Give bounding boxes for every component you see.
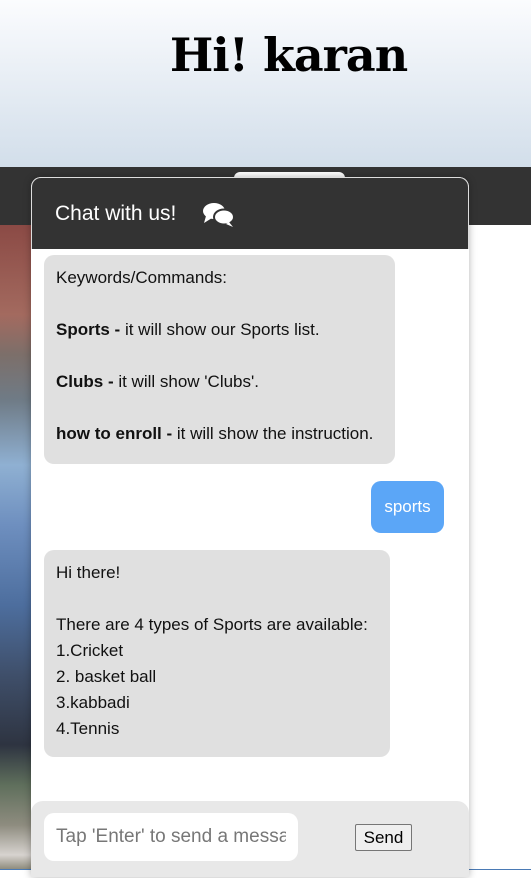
message-input[interactable] xyxy=(44,813,298,861)
send-button[interactable]: Send xyxy=(355,824,412,851)
command-keyword: Clubs - xyxy=(56,372,114,391)
chat-title: Chat with us! xyxy=(55,202,177,225)
hero-banner: Hi! karan xyxy=(0,0,531,167)
chat-bubbles-icon xyxy=(202,200,236,233)
list-item: 2. basket ball xyxy=(56,667,157,686)
background-photo xyxy=(0,225,32,870)
list-item: 3.kabbadi xyxy=(56,693,130,712)
message-text: There are 4 types of Sports are availabl… xyxy=(56,615,368,634)
page-content-area xyxy=(469,225,531,870)
bot-message-sports: Hi there! There are 4 types of Sports ar… xyxy=(44,550,390,757)
chat-input-bar: Send xyxy=(31,801,469,877)
chat-header[interactable]: Chat with us! xyxy=(31,177,469,249)
message-text: Hi there! xyxy=(56,563,121,582)
message-text: sports xyxy=(384,497,431,516)
command-keyword: Sports - xyxy=(56,320,121,339)
chat-widget: Chat with us! Keywords/Commands: Sports … xyxy=(31,177,469,877)
user-message: sports xyxy=(371,481,444,533)
message-text: Keywords/Commands: xyxy=(56,268,228,287)
command-description: it will show the instruction. xyxy=(172,424,374,443)
bot-message-commands: Keywords/Commands: Sports - it will show… xyxy=(44,255,395,464)
command-keyword: how to enroll - xyxy=(56,424,173,443)
command-description: it will show our Sports list. xyxy=(120,320,320,339)
list-item: 4.Tennis xyxy=(56,719,120,738)
command-description: it will show 'Clubs'. xyxy=(113,372,259,391)
greeting-heading: Hi! karan xyxy=(169,28,408,82)
list-item: 1.Cricket xyxy=(56,641,124,660)
